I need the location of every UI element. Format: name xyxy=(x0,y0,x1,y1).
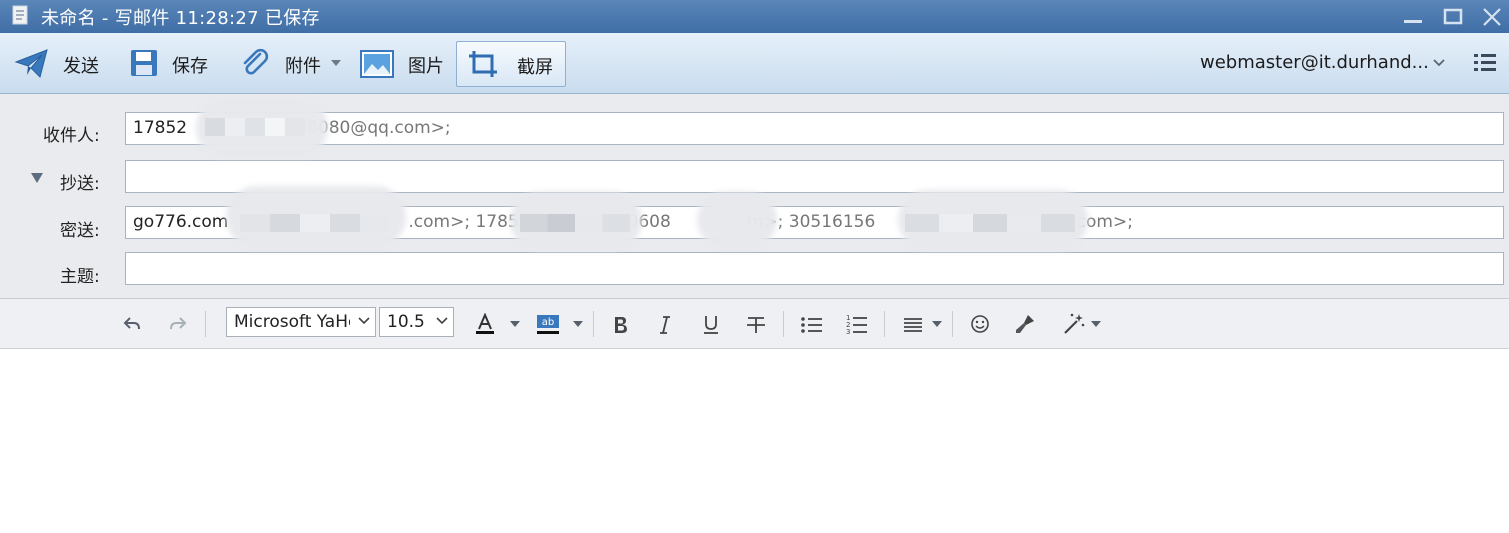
to-input[interactable]: 17852 6080@qq.com>; xyxy=(125,112,1504,145)
redaction-pixels xyxy=(240,214,390,232)
menu-list-icon[interactable] xyxy=(1472,51,1498,75)
subject-input[interactable] xyxy=(125,252,1504,285)
floppy-disk-icon xyxy=(131,50,157,76)
cc-label: 抄送: xyxy=(60,174,100,194)
attach-button[interactable]: 附件 xyxy=(238,33,348,93)
font-color-icon[interactable] xyxy=(474,313,496,335)
chevron-down-icon xyxy=(436,317,448,325)
caret-down-icon[interactable] xyxy=(573,321,583,328)
font-family-select[interactable]: Microsoft YaHei xyxy=(226,307,376,337)
redaction-pixels xyxy=(205,118,305,136)
screenshot-label: 截屏 xyxy=(517,57,553,78)
main-toolbar: 发送 保存 附件 图片 截屏 webmaster@it.durhand... xyxy=(0,33,1509,94)
maximize-icon[interactable] xyxy=(1442,6,1464,28)
toolbar-separator xyxy=(884,311,885,337)
bullet-list-icon[interactable] xyxy=(800,315,824,335)
redaction-pixels xyxy=(905,214,1075,232)
address-fields: 收件人: 17852 6080@qq.com>; 抄送: 密送: go776.co… xyxy=(0,94,1509,299)
strikethrough-icon[interactable] xyxy=(745,314,767,336)
highlight-color-icon[interactable]: ab xyxy=(536,313,560,335)
align-icon[interactable] xyxy=(902,315,924,335)
save-button[interactable]: 保存 xyxy=(125,33,220,93)
italic-icon[interactable] xyxy=(657,315,673,335)
redaction-blur xyxy=(697,192,777,248)
save-label: 保存 xyxy=(172,56,208,77)
subject-label: 主题: xyxy=(60,267,100,287)
caret-down-icon[interactable] xyxy=(932,321,942,328)
title-bar: 未命名 - 写邮件 11:28:27 已保存 xyxy=(0,0,1509,33)
format-brush-icon[interactable] xyxy=(1014,313,1036,335)
document-icon xyxy=(12,5,28,25)
redaction-pixels xyxy=(520,214,630,232)
picture-icon xyxy=(360,50,394,78)
caret-down-icon[interactable] xyxy=(1091,321,1101,328)
minimize-icon[interactable] xyxy=(1402,6,1424,28)
caret-down-icon[interactable] xyxy=(330,59,342,67)
screenshot-button[interactable]: 截屏 xyxy=(456,41,566,87)
magic-wand-icon[interactable] xyxy=(1062,312,1086,336)
expand-triangle-icon[interactable] xyxy=(30,172,44,184)
svg-text:3: 3 xyxy=(846,328,850,335)
attach-label: 附件 xyxy=(285,56,321,77)
format-toolbar: Microsoft YaHei 10.5 ab 1 2 3 xyxy=(0,299,1509,349)
crop-icon xyxy=(469,51,497,77)
underline-icon[interactable] xyxy=(702,314,720,336)
send-button[interactable]: 发送 xyxy=(10,33,110,93)
numbered-list-icon[interactable]: 1 2 3 xyxy=(845,313,869,335)
bold-icon[interactable] xyxy=(612,315,630,335)
account-selector[interactable]: webmaster@it.durhand... xyxy=(1200,52,1429,73)
redo-icon[interactable] xyxy=(168,315,188,333)
chevron-down-icon[interactable] xyxy=(1432,58,1446,68)
paper-plane-icon xyxy=(14,49,48,78)
bcc-label: 密送: xyxy=(60,221,100,241)
undo-icon[interactable] xyxy=(122,315,142,333)
svg-text:ab: ab xyxy=(542,317,554,328)
image-label: 图片 xyxy=(408,56,444,77)
to-label: 收件人: xyxy=(43,126,100,146)
toolbar-separator xyxy=(783,311,784,337)
toolbar-separator xyxy=(952,311,953,337)
font-size-select[interactable]: 10.5 xyxy=(379,307,454,337)
image-button[interactable]: 图片 xyxy=(358,33,453,93)
toolbar-separator xyxy=(205,311,206,337)
paperclip-icon xyxy=(243,48,269,75)
close-icon[interactable] xyxy=(1481,6,1503,28)
toolbar-separator xyxy=(593,311,594,337)
send-label: 发送 xyxy=(63,56,99,77)
message-editor[interactable] xyxy=(0,349,1509,533)
emoji-icon[interactable] xyxy=(970,314,990,334)
window-title: 未命名 - 写邮件 11:28:27 已保存 xyxy=(41,8,320,29)
caret-down-icon[interactable] xyxy=(510,321,520,328)
chevron-down-icon xyxy=(358,317,370,325)
